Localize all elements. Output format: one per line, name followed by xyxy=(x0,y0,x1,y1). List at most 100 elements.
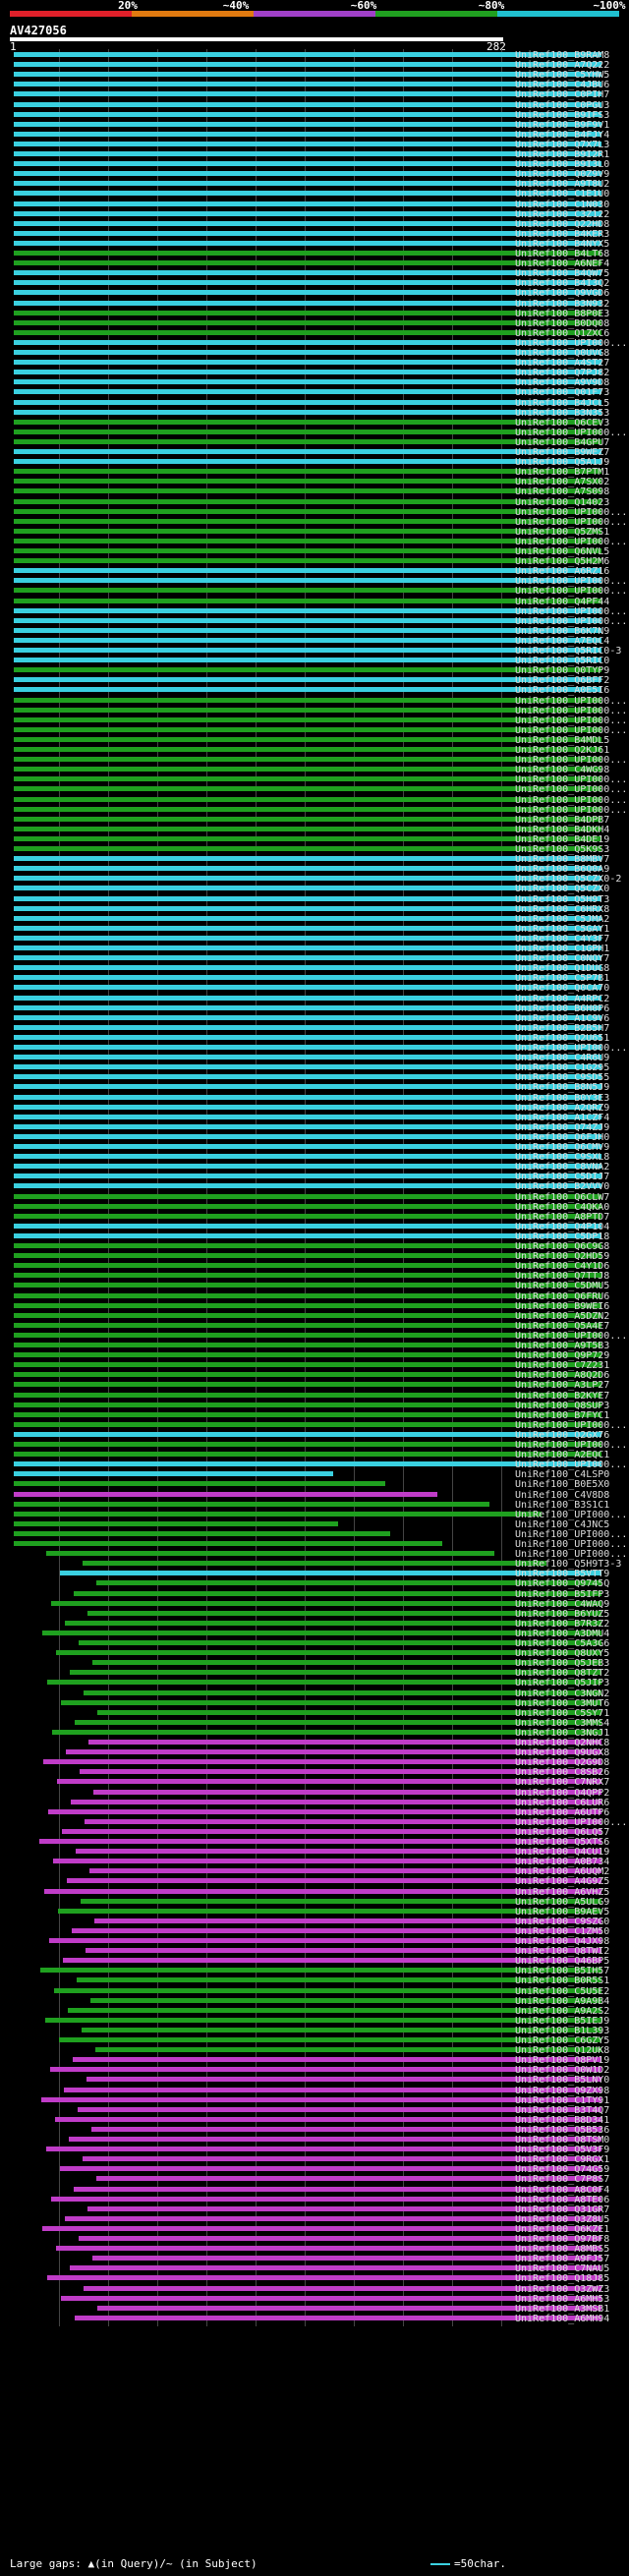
hit-bar[interactable] xyxy=(14,1243,601,1248)
hit-label[interactable]: UniRef100_C3NGN2 xyxy=(515,1689,609,1699)
hit-label[interactable]: UniRef100_C0PIH7 xyxy=(515,90,609,100)
hit-bar[interactable] xyxy=(14,886,601,891)
hit-bar[interactable] xyxy=(14,469,601,475)
hit-bar[interactable] xyxy=(14,1392,601,1398)
hit-bar[interactable] xyxy=(14,1481,385,1487)
hit-bar[interactable] xyxy=(14,389,601,395)
hit-bar[interactable] xyxy=(14,488,601,494)
hit-bar[interactable] xyxy=(14,687,601,693)
hit-bar[interactable] xyxy=(14,251,601,256)
hit-bar[interactable] xyxy=(14,607,601,613)
hit-bar[interactable] xyxy=(14,1442,601,1447)
hit-bar[interactable] xyxy=(14,270,601,276)
hit-label[interactable]: UniRef100_A3LP27 xyxy=(515,1381,609,1391)
hit-bar[interactable] xyxy=(14,1154,601,1160)
hit-label[interactable]: UniRef100_Q9VGD6 xyxy=(515,289,609,299)
hit-bar[interactable] xyxy=(14,91,601,97)
hit-bar[interactable] xyxy=(14,141,601,146)
hit-bar[interactable] xyxy=(14,280,601,286)
hit-label[interactable]: UniRef100_A6VHZ5 xyxy=(515,1887,609,1898)
hit-label[interactable]: UniRef100_Q0CA70 xyxy=(515,984,609,994)
hit-bar[interactable] xyxy=(14,786,601,792)
hit-bar[interactable] xyxy=(14,171,601,177)
hit-bar[interactable] xyxy=(14,736,601,742)
hit-bar[interactable] xyxy=(14,1014,601,1020)
hit-bar[interactable] xyxy=(14,1045,601,1050)
hit-label[interactable]: UniRef100_Q5JIP3 xyxy=(515,1679,609,1689)
hit-bar[interactable] xyxy=(14,667,601,673)
hit-bar[interactable] xyxy=(14,955,601,961)
hit-bar[interactable] xyxy=(14,438,601,444)
hit-bar[interactable] xyxy=(14,181,601,187)
hit-bar[interactable] xyxy=(14,677,601,683)
hit-bar[interactable] xyxy=(14,161,601,167)
hit-label[interactable]: UniRef100_B4JCL5 xyxy=(515,398,609,409)
hit-label[interactable]: UniRef100_Q3ZWZ3 xyxy=(515,2284,609,2295)
hit-bar[interactable] xyxy=(14,52,601,57)
hit-label[interactable]: UniRef100_Q9ZX98 xyxy=(515,2086,609,2096)
hit-bar[interactable] xyxy=(14,1530,390,1536)
hit-bar[interactable] xyxy=(14,1203,601,1209)
hit-bar[interactable] xyxy=(14,498,601,504)
hit-bar[interactable] xyxy=(14,82,601,87)
hit-bar[interactable] xyxy=(14,240,601,246)
hit-bar[interactable] xyxy=(14,1084,601,1090)
hit-bar[interactable] xyxy=(14,1123,601,1129)
hit-bar[interactable] xyxy=(14,62,601,68)
hit-bar[interactable] xyxy=(14,1104,601,1110)
hit-bar[interactable] xyxy=(14,1034,601,1040)
hit-bar[interactable] xyxy=(14,310,601,315)
hit-bar[interactable] xyxy=(14,588,601,594)
hit-bar[interactable] xyxy=(14,1431,601,1437)
hit-bar[interactable] xyxy=(14,568,601,574)
hit-bar[interactable] xyxy=(14,835,601,841)
hit-bar[interactable] xyxy=(14,1471,333,1477)
hit-bar[interactable] xyxy=(14,300,601,306)
hit-bar[interactable] xyxy=(14,419,601,425)
hit-label[interactable]: UniRef100_Q4QPP2 xyxy=(515,1788,609,1799)
hit-bar[interactable] xyxy=(14,985,601,991)
hit-bar[interactable] xyxy=(14,975,601,981)
hit-label[interactable]: UniRef100_B0R5S1 xyxy=(515,1976,609,1986)
hit-bar[interactable] xyxy=(14,210,601,216)
hit-bar[interactable] xyxy=(14,1273,601,1279)
hit-bar[interactable] xyxy=(14,598,601,603)
hit-bar[interactable] xyxy=(14,1193,601,1199)
hit-bar[interactable] xyxy=(14,1491,437,1497)
hit-bar[interactable] xyxy=(14,757,601,763)
hit-bar[interactable] xyxy=(14,1352,601,1358)
hit-bar[interactable] xyxy=(14,360,601,366)
hit-label[interactable]: UniRef100_Q5H9T3 xyxy=(515,894,609,905)
hit-bar[interactable] xyxy=(14,905,601,911)
hit-bar[interactable] xyxy=(14,995,601,1001)
hit-bar[interactable] xyxy=(14,1520,338,1526)
hit-bar[interactable] xyxy=(14,1133,601,1139)
hit-label[interactable]: UniRef100_B2VVV0 xyxy=(515,1182,609,1192)
hit-label[interactable]: UniRef100_Q4PF44 xyxy=(515,597,609,607)
hit-bar[interactable] xyxy=(14,935,601,941)
hit-bar[interactable] xyxy=(14,260,601,266)
hit-bar[interactable] xyxy=(14,1312,601,1318)
hit-bar[interactable] xyxy=(14,866,601,872)
hit-label[interactable]: UniRef100_UPI000... xyxy=(515,785,627,795)
hit-label[interactable]: UniRef100_C0PGU3 xyxy=(515,100,609,111)
hit-bar[interactable] xyxy=(14,1064,601,1070)
hit-bar[interactable] xyxy=(14,876,601,882)
hit-label[interactable]: UniRef100_UPI000... xyxy=(515,696,627,707)
hit-bar[interactable] xyxy=(14,627,601,633)
hit-bar[interactable] xyxy=(14,1223,601,1229)
hit-bar[interactable] xyxy=(14,648,601,653)
hit-label[interactable]: UniRef100_A7S098 xyxy=(515,487,609,497)
hit-bar[interactable] xyxy=(14,578,601,584)
hit-bar[interactable] xyxy=(14,131,601,137)
hit-bar[interactable] xyxy=(14,1302,601,1308)
hit-bar[interactable] xyxy=(14,1024,601,1030)
hit-label[interactable]: UniRef100_UPI000... xyxy=(515,587,627,597)
hit-bar[interactable] xyxy=(46,1551,494,1557)
hit-bar[interactable] xyxy=(14,826,601,831)
hit-bar[interactable] xyxy=(14,796,601,802)
hit-label[interactable]: UniRef100_C4V8D8 xyxy=(515,1490,609,1501)
hit-bar[interactable] xyxy=(14,538,601,544)
hit-bar[interactable] xyxy=(14,518,601,524)
hit-label[interactable]: UniRef100_A4RPC2 xyxy=(515,994,609,1004)
